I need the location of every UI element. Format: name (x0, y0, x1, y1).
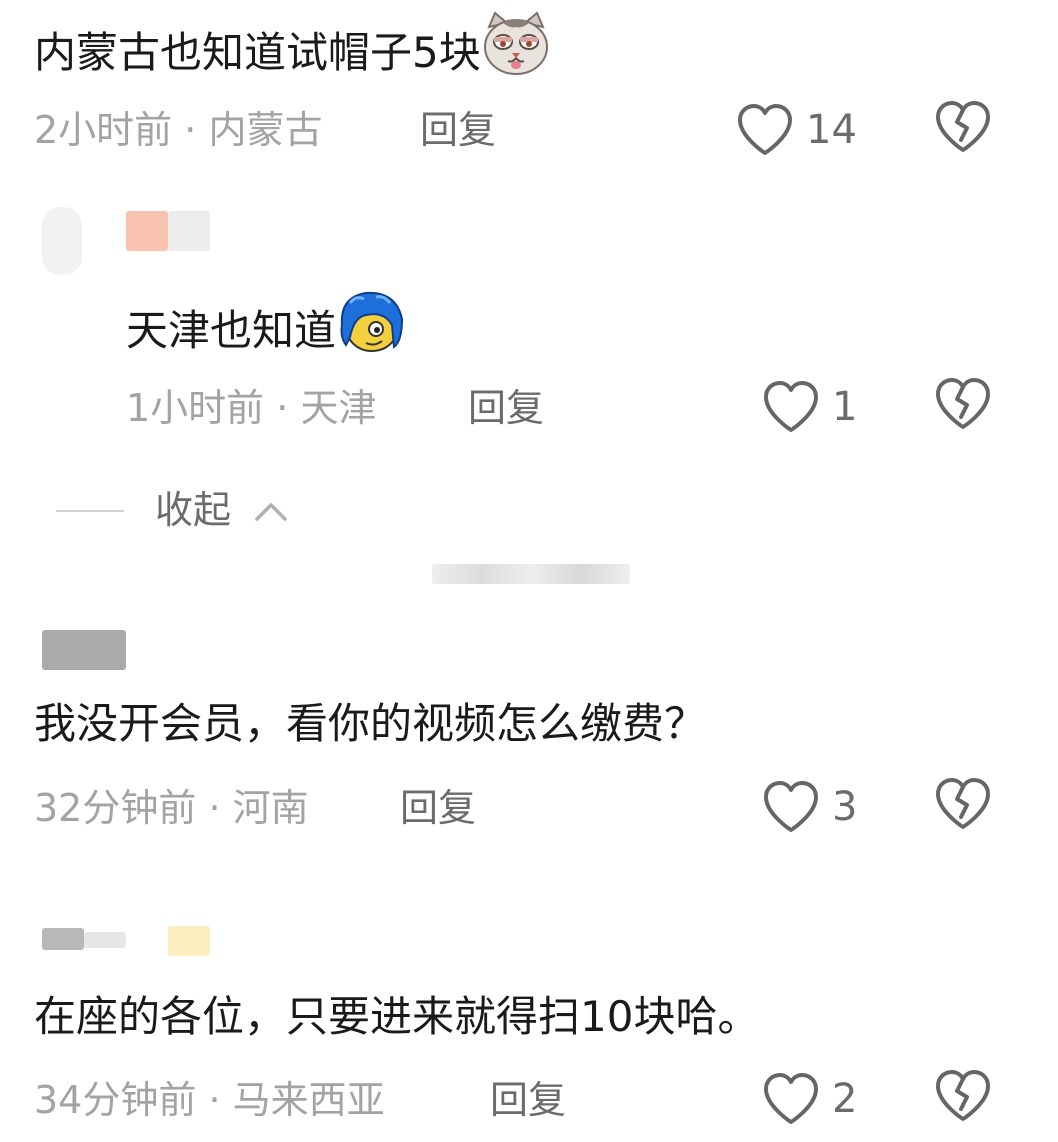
reply-button[interactable]: 回复 (400, 782, 476, 834)
comment-meta: 1小时前 · 天津 (126, 382, 376, 434)
like-button[interactable]: 2 (762, 1069, 857, 1129)
reply-button[interactable]: 回复 (490, 1074, 566, 1126)
dislike-button[interactable] (934, 100, 992, 156)
like-button[interactable]: 1 (762, 377, 857, 437)
like-button[interactable]: 3 (762, 777, 857, 837)
comment-location: 天津 (300, 386, 377, 430)
user-badge (168, 926, 210, 956)
username[interactable] (42, 928, 84, 950)
comment-time: 34分钟前 (34, 1078, 197, 1122)
reply-button[interactable]: 回复 (468, 382, 544, 434)
like-count: 3 (832, 784, 858, 830)
comment-location: 内蒙古 (208, 108, 323, 152)
comment-time: 32分钟前 (34, 786, 197, 830)
cat-face-icon (481, 11, 551, 92)
like-count: 2 (832, 1076, 858, 1122)
blue-hair-face-icon (336, 289, 406, 370)
comment-meta: 32分钟前 · 河南 (34, 782, 309, 834)
broken-heart-icon (936, 1070, 990, 1121)
dislike-button[interactable] (934, 377, 992, 433)
avatar[interactable] (42, 207, 82, 275)
chevron-up-icon[interactable] (254, 500, 288, 522)
like-count: 1 (832, 384, 858, 430)
broken-heart-icon (936, 778, 990, 829)
comment-location: 马来西亚 (232, 1078, 385, 1122)
dislike-button[interactable] (934, 1069, 992, 1125)
like-button[interactable]: 14 (736, 100, 857, 160)
comment-time: 1小时前 (126, 386, 265, 430)
meta-separator: · (196, 1078, 233, 1122)
comment-time: 2小时前 (34, 108, 173, 152)
watermark (432, 564, 630, 584)
username[interactable] (42, 630, 126, 670)
comment-text: 我没开会员，看你的视频怎么缴费？ (34, 699, 707, 748)
collapse-label[interactable]: 收起 (155, 484, 231, 536)
broken-heart-icon (936, 378, 990, 429)
username-blur (168, 211, 210, 251)
heart-icon (764, 1073, 818, 1124)
username-blur (84, 932, 126, 948)
comment-meta: 34分钟前 · 马来西亚 (34, 1074, 385, 1126)
meta-separator: · (264, 386, 301, 430)
username[interactable] (126, 211, 168, 251)
comment-text: 在座的各位，只要进来就得扫10块哈。 (34, 992, 760, 1041)
reply-button[interactable]: 回复 (420, 104, 496, 156)
heart-icon (738, 104, 792, 155)
broken-heart-icon (936, 101, 990, 152)
collapse-divider (56, 510, 124, 512)
comment-text: 内蒙古也知道试帽子5块 (34, 11, 551, 96)
comment-meta: 2小时前 · 内蒙古 (34, 104, 322, 156)
meta-separator: · (172, 108, 209, 152)
comment-text: 天津也知道 (126, 291, 406, 374)
comment-location: 河南 (232, 786, 309, 830)
meta-separator: · (196, 786, 233, 830)
heart-icon (764, 381, 818, 432)
heart-icon (764, 781, 818, 832)
dislike-button[interactable] (934, 777, 992, 833)
like-count: 14 (806, 107, 857, 153)
